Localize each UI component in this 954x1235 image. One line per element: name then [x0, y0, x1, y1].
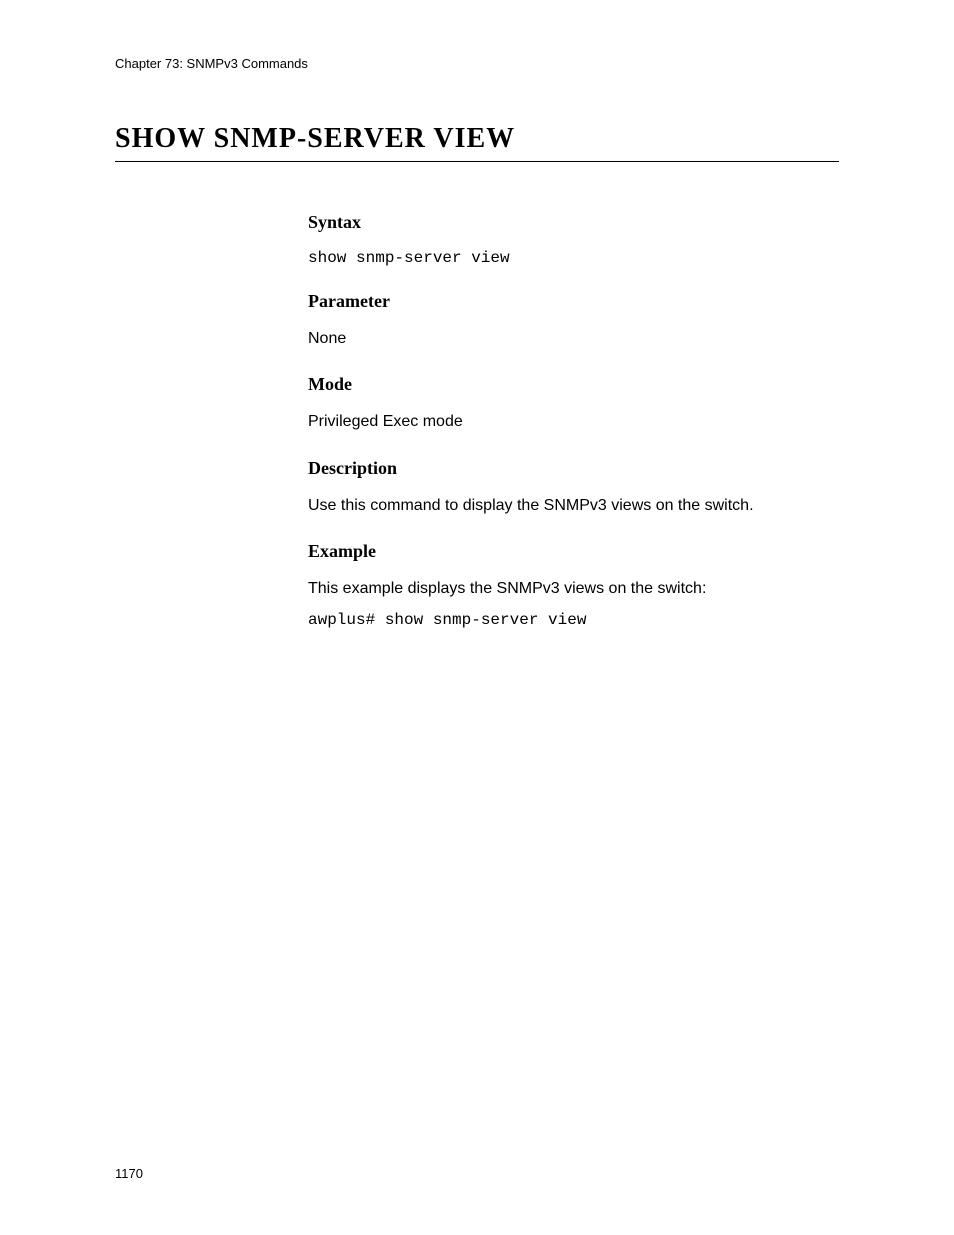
page-number: 1170 [115, 1166, 143, 1181]
example-code: awplus# show snmp-server view [308, 611, 839, 629]
content-body: Syntax show snmp-server view Parameter N… [115, 212, 839, 629]
syntax-heading: Syntax [308, 212, 839, 233]
mode-body: Privileged Exec mode [308, 411, 839, 433]
page-title: SHOW SNMP-SERVER VIEW [115, 123, 839, 162]
chapter-header: Chapter 73: SNMPv3 Commands [115, 56, 839, 71]
description-heading: Description [308, 458, 839, 479]
example-heading: Example [308, 541, 839, 562]
mode-heading: Mode [308, 374, 839, 395]
parameter-heading: Parameter [308, 291, 839, 312]
description-body: Use this command to display the SNMPv3 v… [308, 495, 839, 517]
example-body: This example displays the SNMPv3 views o… [308, 578, 839, 600]
document-page: Chapter 73: SNMPv3 Commands SHOW SNMP-SE… [0, 0, 954, 629]
syntax-code: show snmp-server view [308, 249, 839, 267]
parameter-body: None [308, 328, 839, 350]
